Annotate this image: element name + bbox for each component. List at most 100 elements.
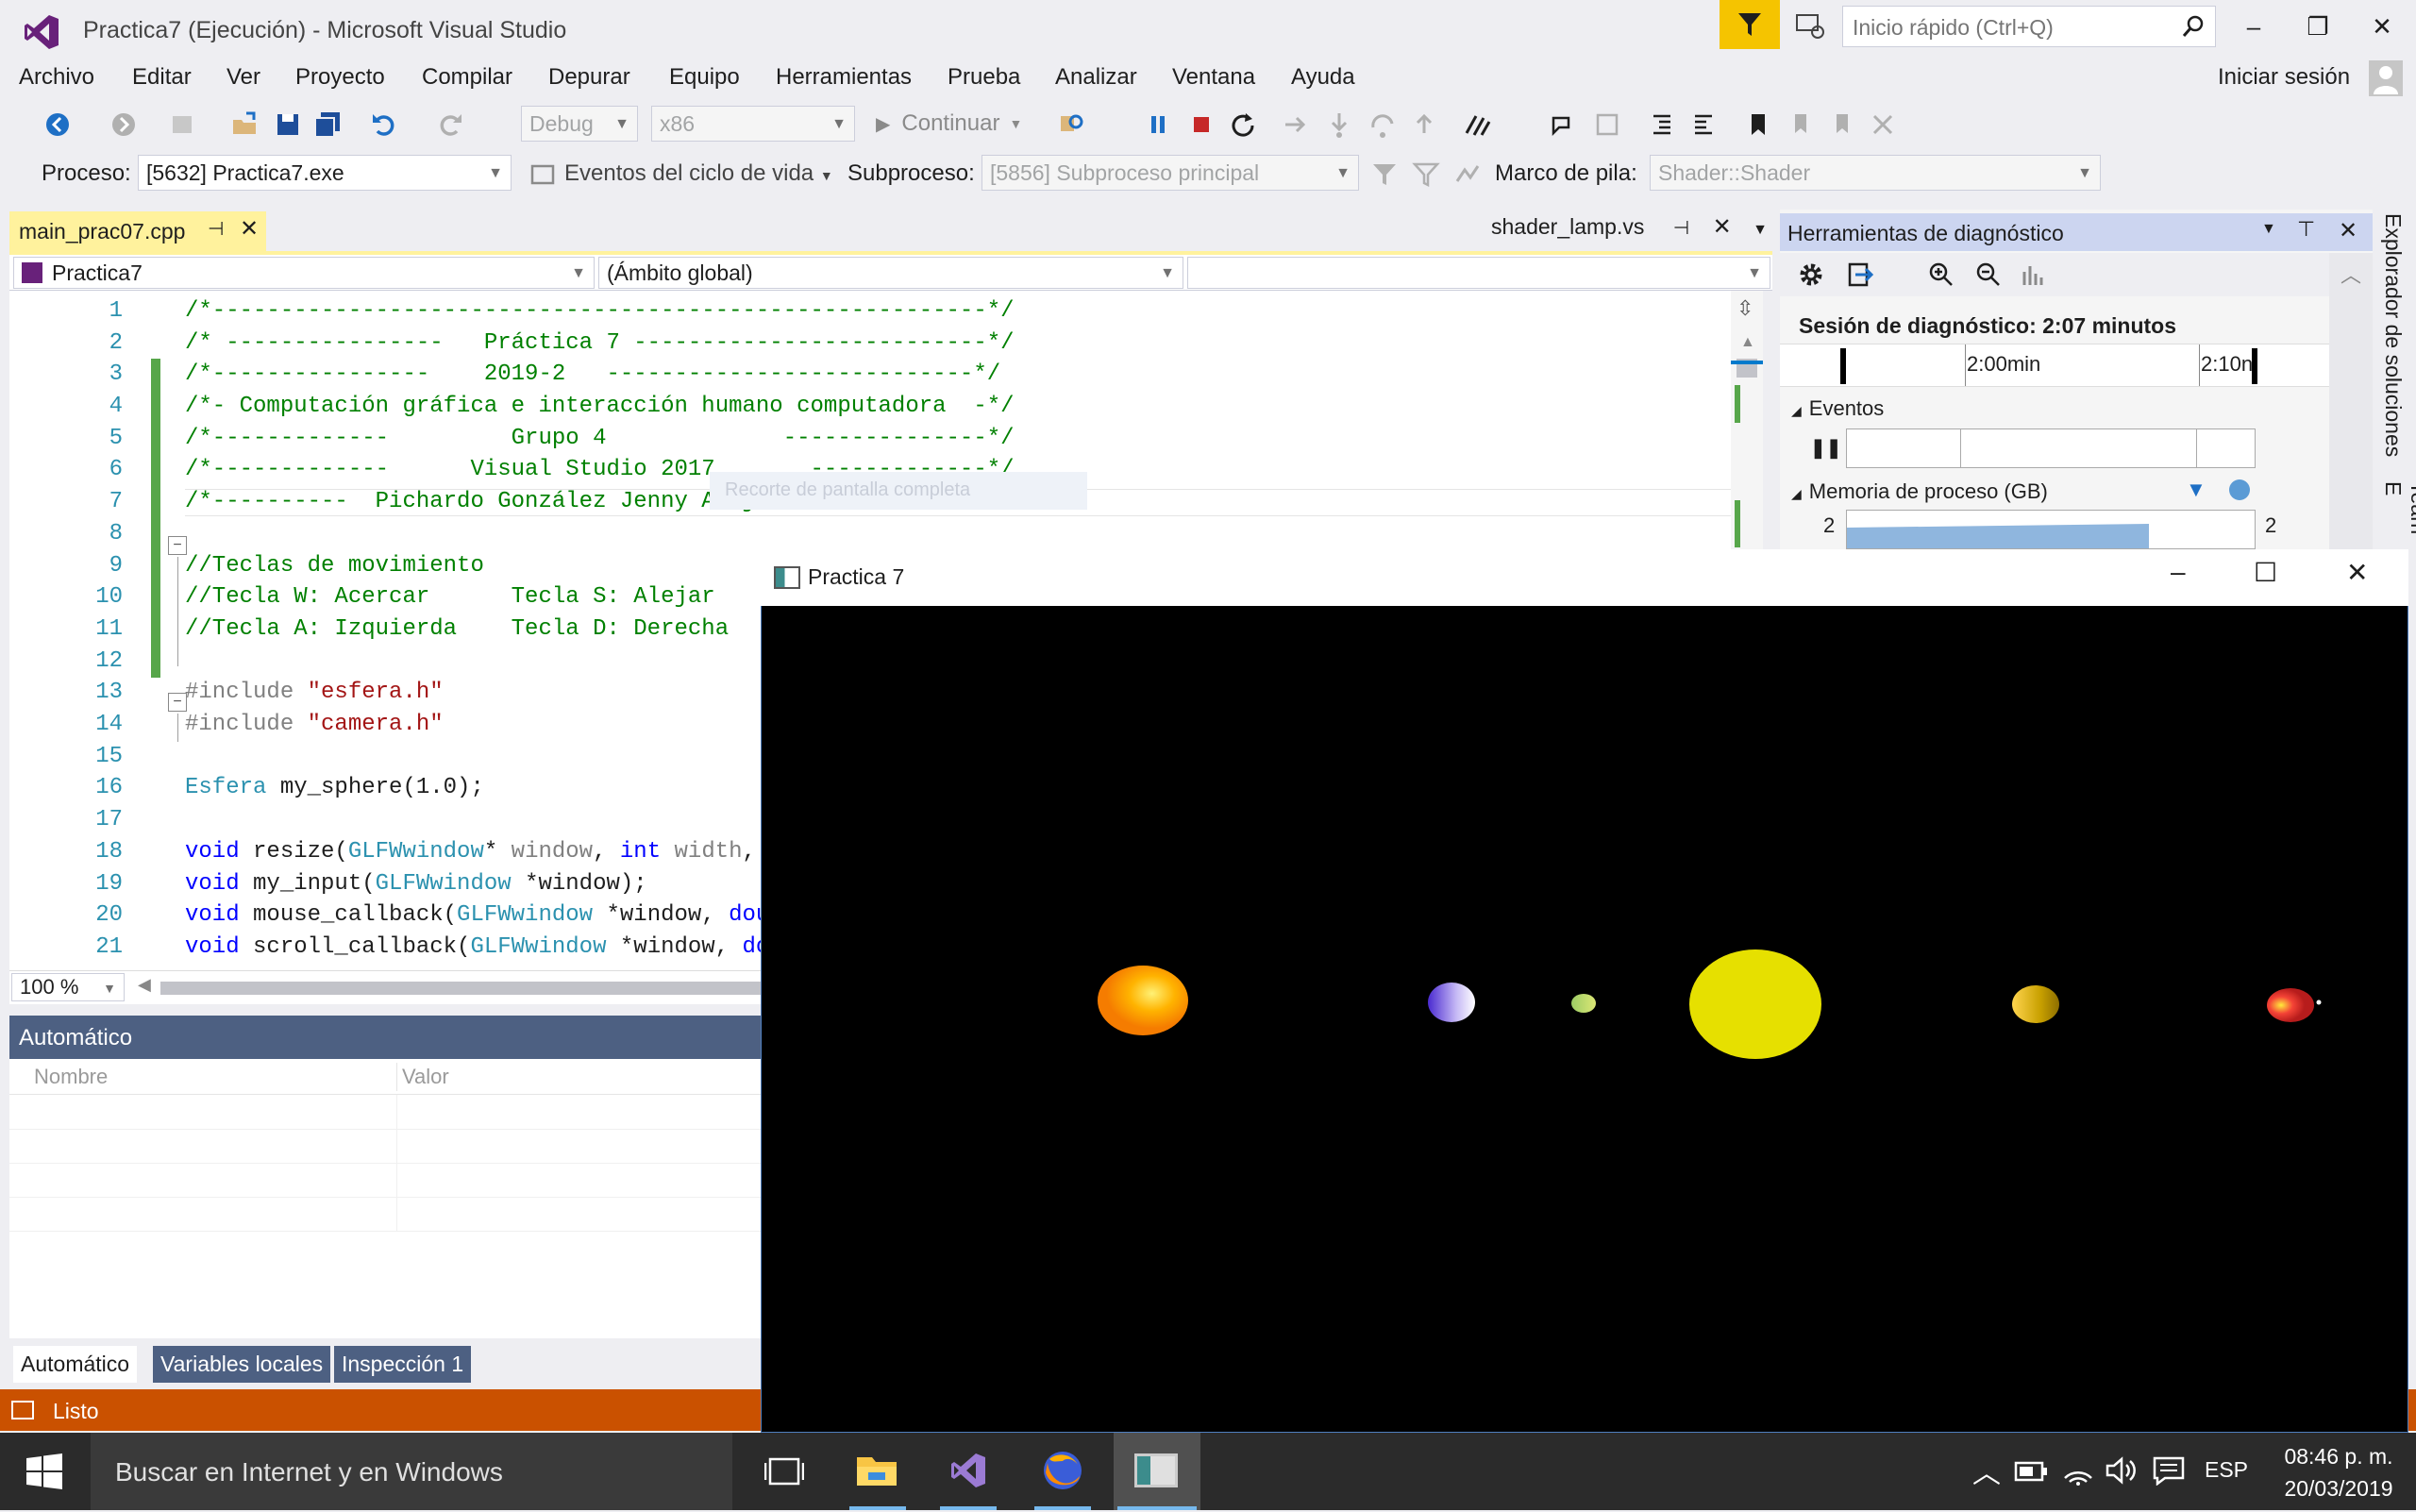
clock[interactable]: 08:46 p. m. 20/03/2019 (2269, 1440, 2408, 1504)
indent-icon[interactable] (1648, 110, 1676, 139)
quick-launch-input[interactable] (1843, 7, 2166, 48)
open-file-icon[interactable] (230, 110, 259, 139)
events-track[interactable] (1846, 428, 2256, 468)
notifications-filter-button[interactable] (1720, 0, 1780, 49)
diagnostic-scrollbar[interactable]: ︿ (2329, 253, 2373, 549)
app-close-button[interactable]: ✕ (2346, 557, 2368, 588)
task-view-icon[interactable] (764, 1453, 804, 1489)
new-project-icon[interactable] (168, 110, 196, 139)
toggle-external-code-icon[interactable] (1453, 160, 1482, 189)
memory-graph[interactable] (1846, 510, 2256, 549)
uncomment-icon[interactable] (1593, 110, 1621, 139)
close-panel-icon[interactable]: ✕ (2339, 217, 2357, 244)
menu-analizar[interactable]: Analizar (1055, 64, 1137, 91)
column-name-header[interactable]: Nombre (34, 1065, 108, 1089)
memory-section-header[interactable]: ◢ Memoria de proceso (GB) (1791, 479, 2048, 504)
menu-prueba[interactable]: Prueba (948, 64, 1020, 91)
stop-icon[interactable] (1187, 110, 1216, 139)
thread-dropdown[interactable]: [5856] Subproceso principal ▼ (982, 155, 1359, 191)
thread-markers-icon[interactable] (1463, 110, 1491, 139)
minimize-button[interactable]: – (2223, 6, 2284, 47)
collapse-icon[interactable]: − (168, 536, 187, 555)
language-indicator[interactable]: ESP (2205, 1457, 2248, 1483)
back-icon[interactable] (43, 110, 72, 139)
config-dropdown[interactable]: Debug ▼ (521, 106, 638, 142)
zoom-out-icon[interactable] (1974, 260, 2003, 289)
restore-button[interactable]: ❐ (2288, 6, 2348, 47)
stack-frame-dropdown[interactable]: Shader::Shader ▼ (1650, 155, 2101, 191)
chevron-down-icon[interactable]: ▼ (2261, 221, 2276, 238)
wifi-icon[interactable] (2061, 1455, 2095, 1486)
process-dropdown[interactable]: [5632] Practica7.exe ▼ (138, 155, 512, 191)
column-divider[interactable] (396, 1063, 397, 1091)
windows-start-icon[interactable] (26, 1453, 62, 1489)
pin-icon[interactable]: ⊤ (2297, 217, 2315, 242)
menu-ventana[interactable]: Ventana (1172, 64, 1255, 91)
close-button[interactable]: ✕ (2352, 6, 2412, 47)
step-over-icon[interactable] (1368, 110, 1397, 139)
menu-archivo[interactable]: Archivo (19, 64, 94, 91)
team-explorer-tab[interactable]: Team E (2380, 481, 2416, 549)
comment-icon[interactable] (1550, 110, 1578, 139)
collapse-icon[interactable]: − (168, 693, 187, 712)
volume-icon[interactable] (2105, 1455, 2139, 1486)
user-avatar-icon[interactable] (2369, 60, 2403, 96)
close-tab-icon[interactable]: ✕ (1713, 214, 1732, 240)
menu-proyecto[interactable]: Proyecto (295, 64, 385, 91)
zoom-in-icon[interactable] (1927, 260, 1955, 289)
close-tab-icon[interactable]: ✕ (240, 215, 259, 243)
timeline-ruler[interactable]: 2:00min 2:10n (1780, 344, 2329, 387)
clear-bookmarks-icon[interactable] (1869, 110, 1897, 139)
timeline-end-marker[interactable] (2252, 348, 2257, 384)
settings-gear-icon[interactable] (1797, 260, 1825, 289)
sign-in-link[interactable]: Iniciar sesión (2218, 64, 2350, 91)
project-dropdown[interactable]: Practica7 ▼ (13, 257, 595, 289)
scope-dropdown[interactable]: (Ámbito global) ▼ (598, 257, 1183, 289)
bookmark-icon[interactable] (1744, 110, 1772, 139)
platform-dropdown[interactable]: x86 ▼ (651, 106, 855, 142)
scroll-up-icon[interactable]: ︿ (2340, 259, 2361, 289)
step-into-icon[interactable] (1325, 110, 1353, 139)
show-flagged-threads-icon[interactable] (1412, 160, 1440, 189)
tab-overflow-icon[interactable]: ▼ (1753, 222, 1768, 238)
feedback-icon[interactable] (1793, 9, 1827, 43)
pin-icon[interactable]: ⊣ (208, 217, 224, 241)
show-hidden-icons-icon[interactable]: ︿ (1972, 1450, 2001, 1491)
redo-icon[interactable] (436, 110, 464, 139)
solution-explorer-tab[interactable]: Explorador de soluciones (2380, 213, 2406, 457)
chart-icon[interactable] (2020, 260, 2048, 289)
next-bookmark-icon[interactable] (1827, 110, 1855, 139)
lifecycle-events-dropdown[interactable]: Eventos del ciclo de vida ▼ (564, 160, 833, 187)
taskbar-practica7-button[interactable] (1114, 1433, 1200, 1510)
menu-equipo[interactable]: Equipo (669, 64, 740, 91)
opengl-canvas[interactable] (762, 606, 2408, 1431)
tab-autos[interactable]: Automático (13, 1346, 138, 1383)
app-maximize-button[interactable]: ☐ (2254, 557, 2277, 588)
zoom-dropdown[interactable]: 100 % ▼ (11, 973, 125, 1001)
pause-icon[interactable]: ❚❚ (1810, 436, 1842, 460)
app-minimize-button[interactable]: – (2171, 557, 2186, 587)
pause-icon[interactable] (1144, 110, 1172, 139)
menu-depurar[interactable]: Depurar (548, 64, 630, 91)
split-icon[interactable]: ⇳ (1736, 296, 1753, 321)
show-next-statement-icon[interactable] (1282, 110, 1310, 139)
scroll-up-icon[interactable]: ▲ (1740, 334, 1755, 351)
tab-watch-1[interactable]: Inspección 1 (334, 1346, 472, 1383)
battery-icon[interactable] (2014, 1459, 2048, 1484)
save-icon[interactable] (274, 110, 302, 139)
menu-ver[interactable]: Ver (226, 64, 260, 91)
search-icon[interactable] (2181, 14, 2206, 39)
timeline-start-marker[interactable] (1840, 348, 1846, 384)
menu-compilar[interactable]: Compilar (422, 64, 512, 91)
tab-locals[interactable]: Variables locales (153, 1346, 331, 1383)
prev-bookmark-icon[interactable] (1786, 110, 1814, 139)
member-dropdown[interactable]: ▼ (1187, 257, 1770, 289)
firefox-icon[interactable] (1042, 1450, 1083, 1491)
taskbar-search-input[interactable] (113, 1433, 683, 1512)
restart-icon[interactable] (1229, 110, 1257, 139)
quick-launch-box[interactable] (1842, 6, 2216, 48)
horizontal-scroll-thumb[interactable] (160, 982, 783, 995)
scroll-left-icon[interactable]: ◀ (138, 975, 151, 995)
column-value-header[interactable]: Valor (402, 1065, 449, 1089)
action-center-icon[interactable] (2152, 1455, 2186, 1486)
